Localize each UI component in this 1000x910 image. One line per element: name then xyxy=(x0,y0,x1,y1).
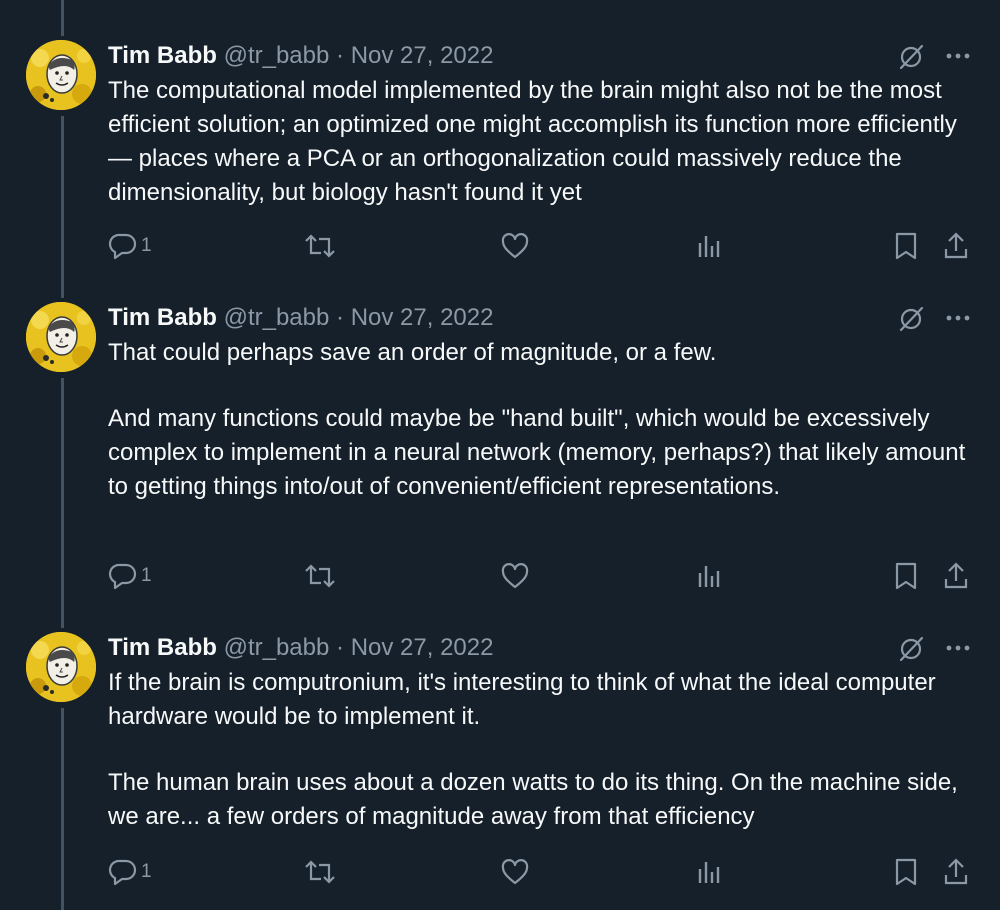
meta-separator: · xyxy=(336,304,345,331)
thread-line xyxy=(61,0,64,36)
views-icon xyxy=(698,862,720,883)
heart-icon xyxy=(501,859,529,885)
author-handle[interactable]: @tr_babb xyxy=(224,634,330,661)
tweet-date[interactable]: Nov 27, 2022 xyxy=(351,42,494,69)
like-button[interactable] xyxy=(500,559,530,593)
tweet-paragraph: The human brain uses about a dozen watts… xyxy=(108,769,965,830)
action-bar: 1 xyxy=(0,855,1000,889)
more-icon[interactable] xyxy=(944,42,972,70)
bookmark-icon xyxy=(895,562,917,590)
retweet-icon xyxy=(305,564,335,588)
retweet-icon xyxy=(305,860,335,884)
bookmark-button[interactable] xyxy=(893,855,919,889)
avatar[interactable] xyxy=(26,632,96,702)
bookmark-icon xyxy=(895,232,917,260)
author-name[interactable]: Tim Babb xyxy=(108,304,217,331)
more-icon[interactable] xyxy=(944,304,972,332)
tweet-paragraph: If the brain is computronium, it's inter… xyxy=(108,669,943,730)
views-button[interactable] xyxy=(696,559,724,593)
tweet-paragraph: The computational model implemented by t… xyxy=(108,77,957,206)
share-button[interactable] xyxy=(942,229,970,263)
bookmark-icon xyxy=(895,858,917,886)
tweet[interactable]: Tim Babb @tr_babb · Nov 27, 2022 That co… xyxy=(0,302,1000,612)
action-bar: 1 xyxy=(0,559,1000,593)
retweet-button[interactable] xyxy=(304,229,336,263)
share-icon xyxy=(944,232,968,259)
bookmark-button[interactable] xyxy=(893,229,919,263)
share-icon xyxy=(944,858,968,885)
tweet-paragraph: And many functions could maybe be "hand … xyxy=(108,405,972,500)
author-handle[interactable]: @tr_babb xyxy=(224,304,330,331)
tweet-header: Tim Babb @tr_babb · Nov 27, 2022 xyxy=(108,302,493,334)
tweet-header: Tim Babb @tr_babb · Nov 27, 2022 xyxy=(108,40,493,72)
reply-icon xyxy=(108,563,137,590)
grok-icon[interactable] xyxy=(896,634,926,664)
author-name[interactable]: Tim Babb xyxy=(108,634,217,661)
like-button[interactable] xyxy=(500,229,530,263)
grok-icon[interactable] xyxy=(896,42,926,72)
share-button[interactable] xyxy=(942,855,970,889)
tweet-date[interactable]: Nov 27, 2022 xyxy=(351,634,494,661)
tweet-text: The computational model implemented by t… xyxy=(108,74,978,210)
views-button[interactable] xyxy=(696,229,724,263)
reply-button[interactable]: 1 xyxy=(108,229,152,263)
reply-button[interactable]: 1 xyxy=(108,559,152,593)
reply-count: 1 xyxy=(141,235,152,256)
bookmark-button[interactable] xyxy=(893,559,919,593)
tweet-text: That could perhaps save an order of magn… xyxy=(108,336,978,504)
reply-count: 1 xyxy=(141,565,152,586)
tweet-date[interactable]: Nov 27, 2022 xyxy=(351,304,494,331)
tweet[interactable]: Tim Babb @tr_babb · Nov 27, 2022 The com… xyxy=(0,40,1000,280)
avatar[interactable] xyxy=(26,40,96,110)
retweet-button[interactable] xyxy=(304,559,336,593)
reply-icon xyxy=(108,859,137,886)
reply-icon xyxy=(108,233,137,260)
author-handle[interactable]: @tr_babb xyxy=(224,42,330,69)
views-button[interactable] xyxy=(696,855,724,889)
share-icon xyxy=(944,562,968,589)
meta-separator: · xyxy=(336,634,345,661)
more-icon[interactable] xyxy=(944,634,972,662)
action-bar: 1 xyxy=(0,229,1000,263)
grok-icon[interactable] xyxy=(896,304,926,334)
share-button[interactable] xyxy=(942,559,970,593)
retweet-button[interactable] xyxy=(304,855,336,889)
heart-icon xyxy=(501,233,529,259)
meta-separator: · xyxy=(336,42,345,69)
like-button[interactable] xyxy=(500,855,530,889)
views-icon xyxy=(698,566,720,587)
author-name[interactable]: Tim Babb xyxy=(108,42,217,69)
tweet[interactable]: Tim Babb @tr_babb · Nov 27, 2022 If the … xyxy=(0,632,1000,910)
retweet-icon xyxy=(305,234,335,258)
tweet-header: Tim Babb @tr_babb · Nov 27, 2022 xyxy=(108,632,493,664)
avatar[interactable] xyxy=(26,302,96,372)
views-icon xyxy=(698,236,720,257)
reply-count: 1 xyxy=(141,861,152,882)
heart-icon xyxy=(501,563,529,589)
reply-button[interactable]: 1 xyxy=(108,855,152,889)
tweet-text: If the brain is computronium, it's inter… xyxy=(108,666,978,834)
tweet-paragraph: That could perhaps save an order of magn… xyxy=(108,339,717,366)
